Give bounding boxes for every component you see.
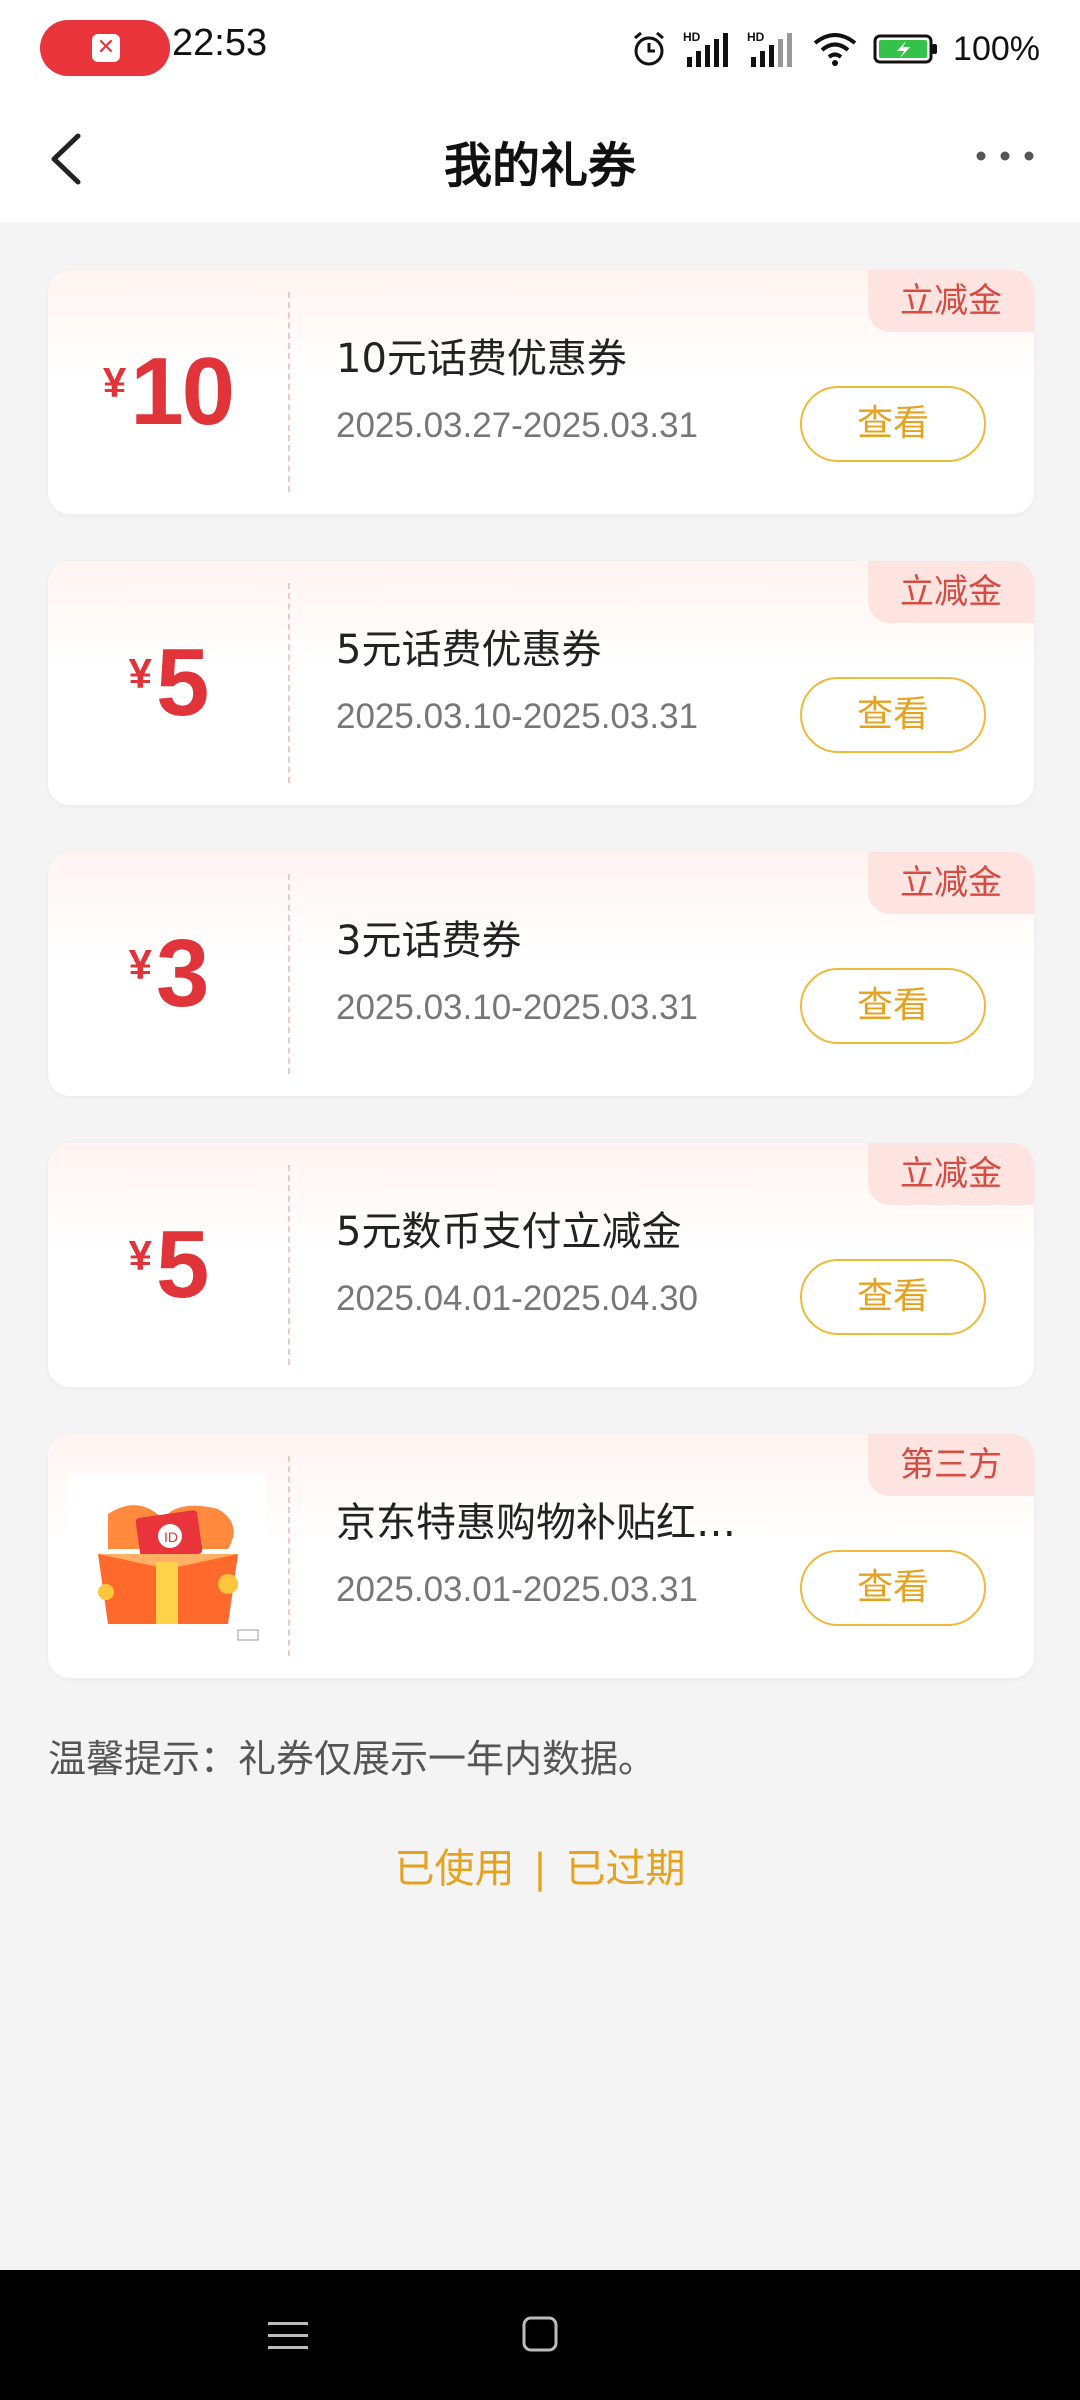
dashed-divider [288,1456,290,1656]
battery-percentage: 100% [953,29,1040,68]
coupon-type-tag: 立减金 [868,1143,1034,1205]
status-icons: HD HD 100% [629,24,1040,74]
coupon-value: 10 [130,338,235,445]
view-button[interactable]: 查看 [800,1259,986,1335]
coupon-type-tag: 立减金 [868,561,1034,623]
coupon-type-tag: 立减金 [868,270,1034,332]
coupon-name: 京东特惠购物补贴红… [336,1500,736,1546]
coupon-type-tag: 第三方 [868,1434,1034,1496]
signal-hd-icon: HD [683,30,729,67]
coupon-name: 5元数币支付立减金 [336,1209,682,1255]
coupon-value: 5 [155,629,209,736]
coupon-card[interactable]: ¥ 3 3元话费券 2025.03.10-2025.03.31 查看 立减金 [48,852,1034,1096]
coupon-validity-date: 2025.03.10-2025.03.31 [336,697,698,736]
coupon-card[interactable]: ¥ 5 5元数币支付立减金 2025.04.01-2025.04.30 查看 立… [48,1143,1034,1387]
coupon-name: 3元话费券 [336,918,522,964]
coupon-list: ¥ 10 10元话费优惠券 2025.03.27-2025.03.31 查看 立… [48,270,1034,1725]
coupon-validity-date: 2025.03.01-2025.03.31 [336,1570,698,1609]
expired-coupons-link[interactable]: 已过期 [565,1836,685,1894]
svg-text:HD: HD [683,30,701,44]
svg-text:HD: HD [747,30,765,44]
svg-text:ID: ID [164,1529,178,1545]
wifi-icon [813,33,857,66]
recent-apps-icon[interactable] [266,2316,310,2356]
system-navigation-bar [0,2270,1080,2400]
coupon-amount: ¥ 3 [48,852,288,1096]
status-time: 22:53 [172,22,268,64]
view-button[interactable]: 查看 [800,1550,986,1626]
coupon-amount: ¥ 10 [48,270,288,514]
coupon-value: 5 [155,1211,209,1318]
screen-record-indicator[interactable]: ✕ [40,20,170,76]
coupon-value: 3 [155,920,209,1027]
dashed-divider [288,1165,290,1365]
dashed-divider [288,874,290,1074]
coupon-card[interactable]: ID 京东特惠购物补贴红… 2025.03.01-2025.03.31 查看 第… [48,1434,1034,1678]
home-icon[interactable] [520,2314,560,2354]
tip-text: 温馨提示：礼券仅展示一年内数据。 [48,1737,657,1781]
coupon-amount: ¥ 5 [48,1143,288,1387]
history-links: 已使用 | 已过期 [0,1836,1080,1894]
currency-symbol: ¥ [128,1232,152,1279]
page-title: 我的礼券 [443,138,636,194]
gift-box-image: ID [68,1474,266,1652]
dashed-divider [288,292,290,492]
coupon-name: 5元话费优惠券 [336,627,602,673]
link-separator: | [533,1846,547,1892]
coupon-validity-date: 2025.03.10-2025.03.31 [336,988,698,1027]
status-bar: ✕ 22:53 HD HD 100% [0,0,1080,96]
more-options-icon[interactable] [970,136,1040,176]
coupon-card[interactable]: ¥ 5 5元话费优惠券 2025.03.10-2025.03.31 查看 立减金 [48,561,1034,805]
used-coupons-link[interactable]: 已使用 [395,1836,515,1894]
app-header: 我的礼券 [0,96,1080,222]
coupon-card[interactable]: ¥ 10 10元话费优惠券 2025.03.27-2025.03.31 查看 立… [48,270,1034,514]
currency-symbol: ¥ [128,941,152,988]
view-button[interactable]: 查看 [800,968,986,1044]
record-stop-icon: ✕ [92,34,120,62]
currency-symbol: ¥ [102,359,127,406]
coupon-name: 10元话费优惠券 [336,336,627,382]
battery-charging-icon [873,34,938,64]
view-button[interactable]: 查看 [800,386,986,462]
coupon-amount: ¥ 5 [48,561,288,805]
dashed-divider [288,583,290,783]
coupon-validity-date: 2025.04.01-2025.04.30 [336,1279,698,1318]
coupon-validity-date: 2025.03.27-2025.03.31 [336,406,698,445]
alarm-icon [634,31,664,66]
currency-symbol: ¥ [128,650,152,697]
signal-hd-icon-2: HD [747,30,793,67]
coupon-type-tag: 立减金 [868,852,1034,914]
view-button[interactable]: 查看 [800,677,986,753]
